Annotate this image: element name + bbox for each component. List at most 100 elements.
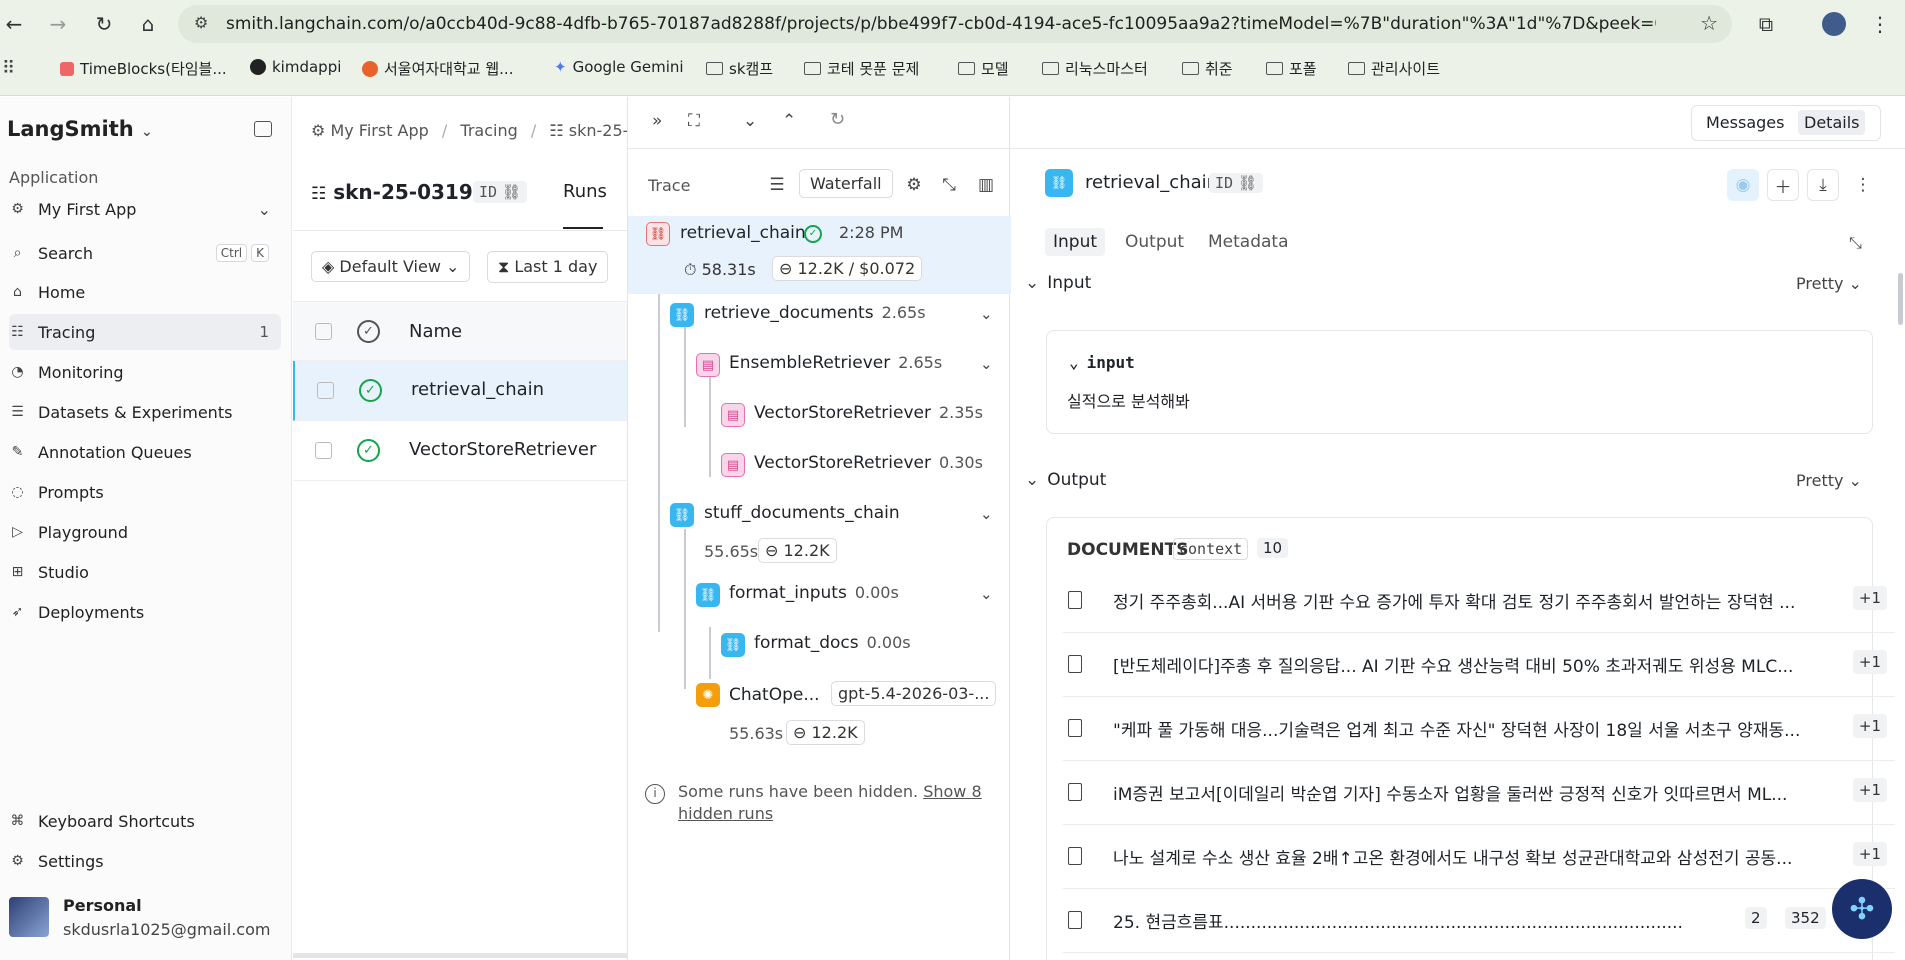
list-item[interactable]: 25. 현금흐름표...............................… <box>1063 890 1895 953</box>
project-id-badge[interactable]: ID ⛓ <box>473 181 527 203</box>
apps-grid-icon[interactable]: ⠿ <box>2 58 15 79</box>
tab-output[interactable]: Output <box>1125 232 1184 252</box>
list-item[interactable]: [반도체레이다]주총 후 질의응답... AI 기판 수요 생산능력 대비 50… <box>1063 634 1895 697</box>
extra-badge[interactable]: +1 <box>1852 586 1887 610</box>
breadcrumb-tracing[interactable]: Tracing <box>460 121 517 140</box>
list-item[interactable]: iM증권 보고서[이데일리 박순엽 기자] 수동소자 업황을 둘러싼 긍정적 신… <box>1063 762 1895 825</box>
extensions-icon[interactable]: ⧉ <box>1752 10 1780 38</box>
details-toggle[interactable]: Details <box>1798 110 1866 135</box>
reload-icon[interactable]: ↻ <box>90 10 118 38</box>
chevron-down-icon[interactable]: ⌄ <box>980 585 993 603</box>
address-bar[interactable]: ⚙ smith.langchain.com/o/a0ccb40d-9c88-4d… <box>178 5 1732 43</box>
trace-node-format-inputs[interactable]: format_inputs 0.00s <box>729 583 899 603</box>
vertical-scrollbar[interactable] <box>1898 273 1903 325</box>
list-item[interactable]: 정기 주주총회...AI 서버용 기판 수요 증가에 투자 확대 검토 정기 주… <box>1063 570 1895 633</box>
chevron-down-icon[interactable]: ⌄ <box>980 505 993 523</box>
column-name[interactable]: Name <box>409 321 462 342</box>
input-key[interactable]: ⌄ input <box>1069 353 1135 372</box>
bookmark-folder-linux[interactable]: 리눅스마스터 <box>1042 58 1148 79</box>
bookmark-folder-admin[interactable]: 관리사이트 <box>1348 58 1440 79</box>
trace-node-retrieve-documents[interactable]: retrieve_documents 2.65s <box>704 303 926 323</box>
bookmark-timeblocks[interactable]: TimeBlocks(타임블... <box>60 58 227 79</box>
list-item[interactable]: "케파 풀 가동해 대응...기술력은 업계 최고 수준 자신" 장덕현 사장이… <box>1063 698 1895 761</box>
list-item[interactable]: 나노 설계로 수소 생산 효율 2배↑고온 환경에서도 내구성 확보 성균관대학… <box>1063 826 1895 889</box>
bookmark-kimdappi[interactable]: kimdappi <box>250 58 341 76</box>
row-checkbox[interactable] <box>315 442 332 459</box>
row-checkbox[interactable] <box>317 382 334 399</box>
run-id-badge[interactable]: ID ⛓ <box>1209 173 1263 193</box>
bookmark-folder-cote[interactable]: 코테 못푼 문제 <box>804 58 919 79</box>
forward-icon[interactable]: → <box>44 10 72 38</box>
output-section-header[interactable]: ⌄ Output <box>1025 470 1106 490</box>
chevron-down-icon[interactable]: ⌄ <box>743 111 757 131</box>
add-icon[interactable]: ＋ <box>1767 169 1799 201</box>
chevron-down-icon[interactable]: ⌄ <box>980 305 993 323</box>
site-info-icon[interactable]: ⚙ <box>194 13 208 32</box>
trace-node-chat-openai[interactable]: ChatOpe... <box>729 685 820 705</box>
app-selector[interactable]: ⚙ My First App ⌄ <box>9 191 281 227</box>
sidebar-item-keyboard-shortcuts[interactable]: ⌘ Keyboard Shortcuts <box>9 803 281 839</box>
tab-input[interactable]: Input <box>1045 228 1106 256</box>
breadcrumb-app[interactable]: My First App <box>330 121 428 140</box>
timerange-selector[interactable]: ⧗ Last 1 day <box>487 251 609 283</box>
trace-node-format-docs[interactable]: format_docs 0.00s <box>754 633 911 653</box>
trace-node-stuff-documents-chain[interactable]: stuff_documents_chain <box>704 503 900 523</box>
filter-icon[interactable]: ☰ <box>761 169 793 201</box>
output-format-selector[interactable]: Pretty ⌄ <box>1796 471 1862 490</box>
sidebar-item-settings[interactable]: ⚙ Settings <box>9 843 281 879</box>
brand-title[interactable]: LangSmith ⌄ <box>7 117 153 141</box>
back-icon[interactable]: ← <box>0 10 28 38</box>
home-icon[interactable]: ⌂ <box>134 10 162 38</box>
sidebar-item-playground[interactable]: ▷ Playground <box>9 514 281 550</box>
sidebar-item-studio[interactable]: ⊞ Studio <box>9 554 281 590</box>
bookmark-folder-job[interactable]: 취준 <box>1182 58 1233 79</box>
download-icon[interactable]: ⤓ <box>1807 169 1839 201</box>
extra-badge[interactable]: +1 <box>1852 714 1887 738</box>
sidebar-item-search[interactable]: ⌕ Search Ctrl K <box>9 235 281 271</box>
profile-avatar-icon[interactable] <box>1820 10 1848 38</box>
bookmark-folder-portfolio[interactable]: 포폴 <box>1266 58 1317 79</box>
expand-icon[interactable]: ⛶ <box>688 111 700 131</box>
sidebar-item-home[interactable]: ⌂ Home <box>9 274 281 310</box>
collapse-panel-icon[interactable]: » <box>652 111 662 131</box>
collapse-icon[interactable]: ⤡ <box>933 169 965 201</box>
show-hidden-runs-link-cont[interactable]: hidden runs <box>678 804 773 823</box>
table-row[interactable]: ✓ retrieval_chain <box>293 361 627 421</box>
view-selector[interactable]: ◈ Default View ⌄ <box>311 251 471 282</box>
chevron-up-icon[interactable]: ⌃ <box>782 111 796 131</box>
waterfall-button[interactable]: Waterfall <box>799 169 893 198</box>
sidebar-item-datasets[interactable]: ☰ Datasets & Experiments <box>9 394 281 430</box>
refresh-icon[interactable]: ↻ <box>830 109 845 130</box>
sidebar-item-monitoring[interactable]: ◔ Monitoring <box>9 354 281 390</box>
select-all-checkbox[interactable] <box>315 323 332 340</box>
extra-badge[interactable]: +1 <box>1852 778 1887 802</box>
trace-node-ensemble-retriever[interactable]: EnsembleRetriever 2.65s <box>729 353 942 373</box>
extra-badge[interactable]: +1 <box>1852 842 1887 866</box>
chevron-down-icon[interactable]: ⌄ <box>980 355 993 373</box>
browser-menu-icon[interactable]: ⋮ <box>1866 10 1894 38</box>
extra-badge[interactable]: +1 <box>1852 650 1887 674</box>
gear-icon[interactable]: ⚙ <box>898 169 930 201</box>
more-options-icon[interactable]: ⋮ <box>1847 169 1879 201</box>
split-view-icon[interactable]: ▥ <box>970 169 1002 201</box>
bookmark-folder-skcamp[interactable]: sk캠프 <box>706 58 773 79</box>
avatar[interactable] <box>9 897 49 937</box>
collapse-icon[interactable]: ⤡ <box>1849 233 1862 253</box>
sidebar-item-deployments[interactable]: ➶ Deployments <box>9 594 281 630</box>
messages-toggle[interactable]: Messages <box>1706 113 1784 132</box>
trace-node-root[interactable]: ⛓ retrieval_chain ✓ 2:28 PM ⏱ 58.31s ⊖ 1… <box>628 216 1011 294</box>
sidebar-item-tracing[interactable]: ☷ Tracing 1 <box>9 314 281 350</box>
tab-metadata[interactable]: Metadata <box>1208 232 1289 252</box>
bookmark-folder-model[interactable]: 모델 <box>958 58 1009 79</box>
table-row[interactable]: ✓ VectorStoreRetriever <box>293 421 627 481</box>
bookmark-star-icon[interactable]: ☆ <box>1700 11 1718 35</box>
bookmark-gemini[interactable]: ✦ Google Gemini <box>554 58 684 76</box>
play-icon[interactable]: ◉ <box>1727 169 1759 201</box>
trace-node-vectorstore-retriever-1[interactable]: VectorStoreRetriever 2.35s <box>754 403 983 423</box>
trace-node-vectorstore-retriever-2[interactable]: VectorStoreRetriever 0.30s <box>754 453 983 473</box>
help-chat-button[interactable]: ✣ <box>1832 879 1892 939</box>
horizontal-scrollbar[interactable] <box>293 953 627 958</box>
sidebar-item-annotation-queues[interactable]: ✎ Annotation Queues <box>9 434 281 470</box>
tab-runs[interactable]: Runs <box>563 181 607 202</box>
bookmark-swu[interactable]: 서울여자대학교 웹... <box>362 58 513 79</box>
